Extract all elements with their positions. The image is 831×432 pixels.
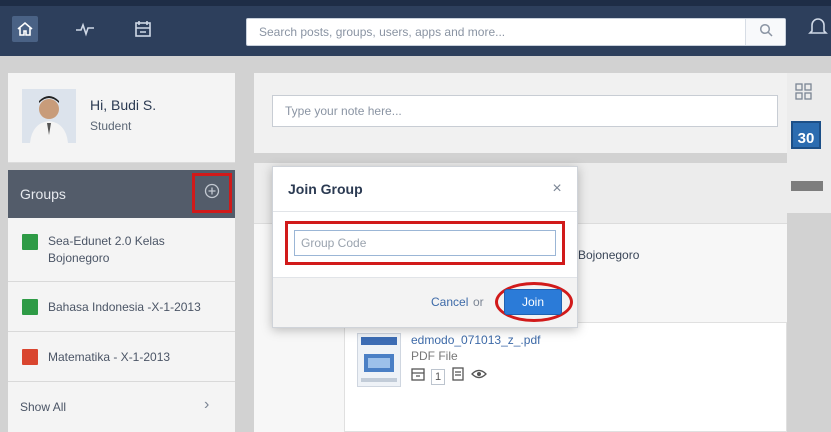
attachment-actions: 1 (411, 367, 488, 386)
search-button[interactable] (745, 19, 785, 45)
profile-card[interactable]: Hi, Budi S. Student (8, 73, 235, 163)
document-icon[interactable] (451, 367, 465, 386)
plus-circle-icon (204, 183, 220, 204)
group-item[interactable]: Bahasa Indonesia -X-1-2013 (8, 282, 235, 332)
group-code-highlight (285, 221, 565, 265)
attachment-filetype: PDF File (411, 349, 458, 363)
chevron-right-icon: › (204, 396, 210, 413)
group-item[interactable]: Sea-Edunet 2.0 Kelas Bojonegoro (8, 218, 235, 282)
dialog-title: Join Group (288, 181, 363, 197)
library-icon[interactable] (411, 367, 425, 386)
groups-title: Groups (20, 186, 66, 202)
dialog-header: Join Group × (273, 167, 577, 212)
eye-icon[interactable] (471, 367, 488, 386)
attachment-count: 1 (431, 368, 446, 385)
avatar[interactable] (22, 89, 76, 143)
join-button[interactable]: Join (504, 289, 562, 315)
search-icon (759, 23, 773, 42)
calendar-icon[interactable]: 30 (791, 121, 821, 149)
search-input[interactable] (247, 19, 747, 45)
group-label: Matematika - X-1-2013 (48, 350, 171, 364)
join-group-dialog: Join Group × Cancel or Join (272, 166, 578, 328)
group-color-icon (22, 299, 38, 315)
attachment-thumbnail[interactable] (357, 333, 401, 387)
group-item[interactable]: Matematika - X-1-2013 (8, 332, 235, 382)
or-text: or (473, 295, 484, 309)
group-label: Sea-Edunet 2.0 Kelas Bojonegoro (48, 234, 165, 265)
notification-icon[interactable] (808, 16, 831, 42)
attachment-filename[interactable]: edmodo_071013_z_.pdf (411, 333, 540, 347)
show-all-label: Show All (20, 400, 67, 414)
planner-icon[interactable] (130, 16, 156, 42)
note-input[interactable] (272, 95, 778, 127)
user-role: Student (90, 119, 132, 133)
note-composer (254, 73, 787, 153)
close-icon[interactable]: × (545, 177, 569, 201)
right-rail: 30 (787, 73, 831, 213)
activity-icon[interactable] (72, 16, 98, 42)
home-icon[interactable] (12, 16, 38, 42)
top-navigation-bar (0, 0, 831, 56)
attachment[interactable]: edmodo_071013_z_.pdf PDF File 1 (344, 322, 787, 432)
group-color-icon (22, 349, 38, 365)
cancel-button[interactable]: Cancel (431, 295, 468, 309)
greeting[interactable]: Hi, Budi S. (90, 97, 156, 113)
group-code-input[interactable] (294, 230, 556, 256)
apps-grid-icon[interactable] (795, 83, 813, 106)
search-bar (246, 18, 786, 46)
post-group-name[interactable]: Bojonegoro (578, 248, 639, 262)
add-group-button[interactable] (192, 173, 232, 213)
app-badge-icon[interactable] (791, 181, 823, 191)
show-all-groups[interactable]: Show All › (8, 382, 235, 432)
group-label: Bahasa Indonesia -X-1-2013 (48, 300, 201, 314)
groups-header: Groups (8, 170, 235, 218)
dialog-footer: Cancel or Join (273, 277, 577, 327)
group-color-icon (22, 234, 38, 250)
